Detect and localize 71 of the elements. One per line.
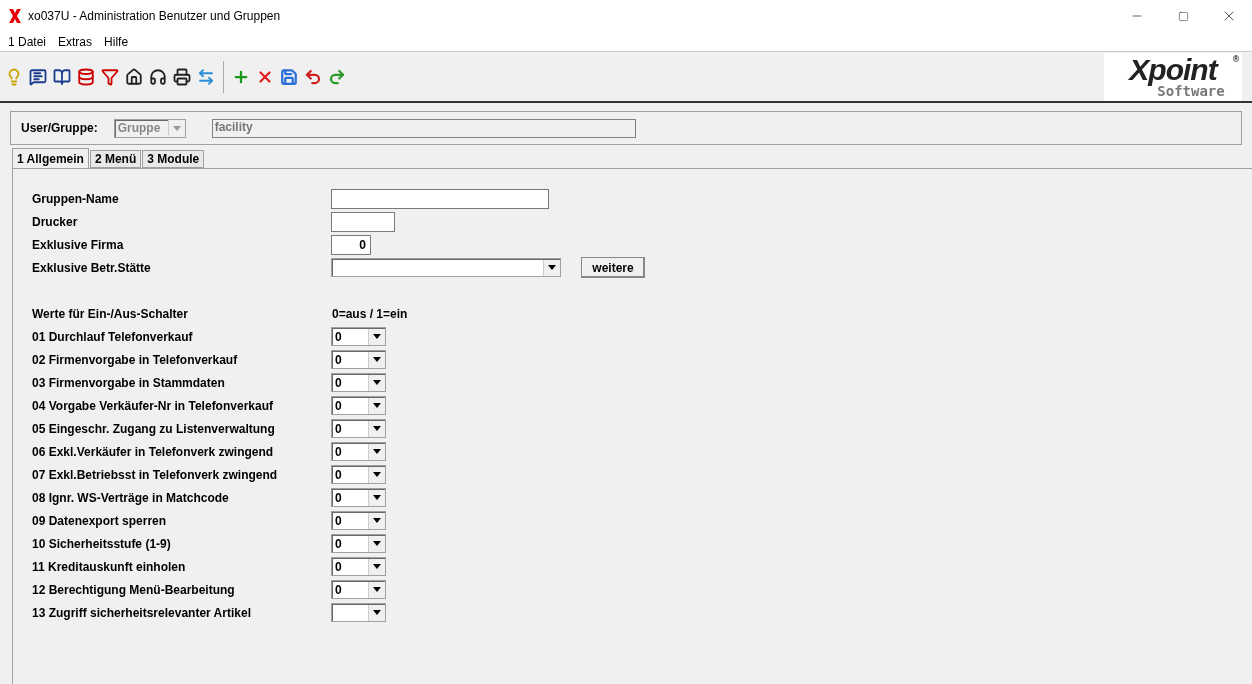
filter-icon[interactable]	[100, 66, 120, 87]
caret-icon	[548, 265, 556, 270]
switch-label: 01 Durchlauf Telefonverkauf	[31, 329, 194, 344]
caret-icon	[373, 403, 381, 408]
maximize-icon	[1177, 10, 1189, 22]
caret-icon	[373, 587, 381, 592]
input-field[interactable]	[331, 211, 395, 232]
caret-icon	[373, 449, 381, 454]
switch-label: 10 Sicherheitsstufe (1-9)	[31, 536, 172, 551]
legend-text: 0=aus / 1=ein	[331, 306, 408, 321]
menu-item[interactable]: Hilfe	[98, 32, 135, 51]
tab[interactable]: 3 Module	[142, 150, 205, 168]
field-label: Exklusive Firma	[31, 237, 125, 252]
more-button[interactable]: weitere	[581, 257, 645, 278]
headset-icon[interactable]	[148, 66, 168, 87]
caret-icon	[172, 125, 181, 131]
caret-icon	[373, 380, 381, 385]
switch-label: 05 Eingeschr. Zugang zu Listenverwaltung	[31, 421, 276, 436]
caret-icon	[373, 334, 381, 339]
menu-item[interactable]: Extras	[52, 32, 99, 51]
switch-dropdown[interactable]: 0	[331, 511, 386, 530]
name-field: facility	[211, 118, 636, 138]
switch-dropdown[interactable]: 0	[331, 350, 386, 369]
dropdown-field[interactable]	[331, 258, 561, 277]
input-field[interactable]: 0	[331, 234, 371, 255]
switch-dropdown[interactable]: 0	[331, 442, 386, 461]
caret-icon	[373, 518, 381, 523]
caret-icon	[373, 426, 381, 431]
caret-icon	[373, 564, 381, 569]
switch-label: 12 Berechtigung Menü-Bearbeitung	[31, 582, 236, 597]
caret-icon	[373, 472, 381, 477]
switch-dropdown[interactable]: 0	[331, 534, 386, 553]
switch-dropdown[interactable]: 0	[331, 373, 386, 392]
switch-label: 03 Firmenvorgabe in Stammdaten	[31, 375, 226, 390]
switch-dropdown[interactable]	[331, 603, 386, 622]
company-logo: Xpoint Software ®	[1104, 52, 1242, 101]
input-field[interactable]	[331, 188, 549, 209]
switch-dropdown[interactable]: 0	[331, 396, 386, 415]
database-icon[interactable]	[76, 66, 96, 87]
caret-icon	[373, 495, 381, 500]
book-icon[interactable]	[52, 66, 72, 87]
switch-dropdown[interactable]: 0	[331, 327, 386, 346]
switch-dropdown[interactable]: 0	[331, 465, 386, 484]
section-label: Werte für Ein-/Aus-Schalter	[31, 306, 189, 321]
switch-label: 06 Exkl.Verkäufer in Telefonverk zwingend	[31, 444, 275, 459]
home-icon[interactable]	[124, 66, 144, 87]
caret-icon	[373, 541, 381, 546]
tab[interactable]: 1 Allgemein	[12, 148, 89, 168]
tab[interactable]: 2 Menü	[89, 150, 142, 168]
switch-dropdown[interactable]: 0	[331, 419, 386, 438]
menu-item[interactable]: 1 Datei	[2, 32, 53, 51]
switch-label: 02 Firmenvorgabe in Telefonverkauf	[31, 352, 239, 367]
field-label: Exklusive Betr.Stätte	[31, 260, 152, 275]
switch-label: 04 Vorgabe Verkäufer-Nr in Telefonverkauf	[31, 398, 274, 413]
caret-icon	[373, 357, 381, 362]
window-title: xo037U - Administration Benutzer und Gruppen	[28, 9, 282, 23]
printer-icon[interactable]	[172, 66, 192, 87]
save-icon[interactable]	[279, 66, 299, 87]
switch-dropdown[interactable]: 0	[331, 557, 386, 576]
switch-label: 11 Kreditauskunft einholen	[31, 559, 187, 574]
caret-icon	[373, 610, 381, 615]
field-label: Drucker	[31, 214, 79, 229]
switch-label: 13 Zugriff sicherheitsrelevanter Artikel	[31, 605, 252, 620]
app-logo-icon	[8, 8, 22, 24]
switch-dropdown[interactable]: 0	[331, 488, 386, 507]
switch-label: 07 Exkl.Betriebsst in Telefonverk zwingend	[31, 467, 279, 482]
switch-label: 08 Ignr. WS-Verträge in Matchcode	[31, 490, 230, 505]
field-label: Gruppen-Name	[31, 191, 120, 206]
user-group-label: User/Gruppe:	[21, 121, 98, 135]
switch-dropdown[interactable]: 0	[331, 580, 386, 599]
switch-label: 09 Datenexport sperren	[31, 513, 168, 528]
